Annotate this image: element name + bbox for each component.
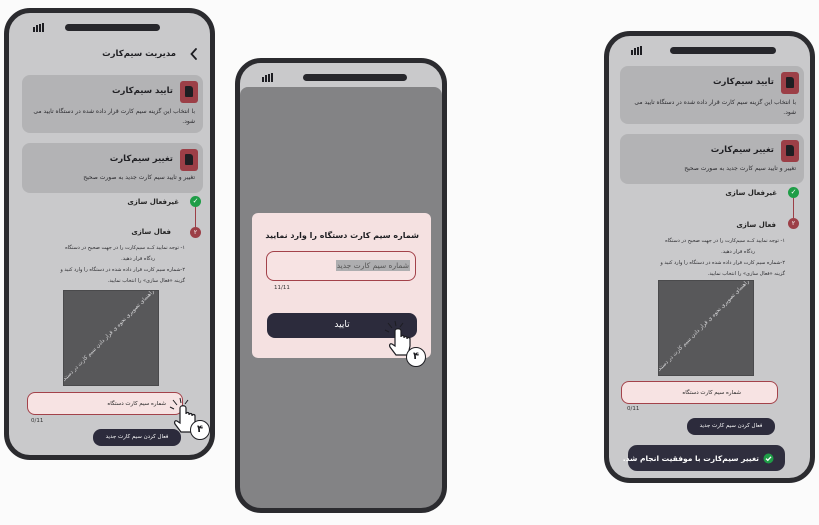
step-instructions: ۱- توجه نمایید کــه سیم‌کارت را در جهت ص… (660, 238, 785, 277)
card-confirm-sim[interactable]: تایید سیم‌کارت با انتخاب این گزینه سیم ک… (620, 66, 804, 124)
check-icon: ✓ (190, 196, 201, 207)
check-icon: ✓ (788, 187, 799, 198)
phone-3: تایید سیم‌کارت با انتخاب این گزینه سیم ک… (604, 31, 815, 483)
sim-card-icon (781, 72, 799, 94)
card-confirm-desc: با انتخاب این گزینه سیم کارت قرار داده ش… (33, 108, 195, 125)
step-connector (793, 198, 794, 218)
sim-card-icon (180, 81, 198, 103)
card-change-desc: تغییر و تایید سیم کارت جدید به صورت صحیح (684, 165, 796, 172)
card-change-sim[interactable]: تغییر سیم‌کارت تغییر و تایید سیم کارت جد… (620, 134, 804, 184)
sim-number-field[interactable]: شماره سیم کارت دستگاه (621, 381, 778, 404)
signal-icon (33, 23, 44, 32)
card-confirm-title: تایید سیم‌کارت (112, 86, 173, 96)
card-change-desc: تغییر و تایید سیم کارت جدید به صورت صحیح (83, 174, 195, 181)
signal-icon (631, 46, 642, 55)
check-circle-icon (763, 453, 774, 464)
status-bar (609, 36, 810, 62)
chevron-left-icon[interactable] (190, 48, 198, 60)
page-title: مدیریت سیم‌کارت (102, 49, 176, 59)
sim-card-icon (180, 149, 198, 171)
notch (670, 47, 776, 54)
char-counter: 0/11 (31, 418, 44, 424)
step-deactivate-label: غیرفعال سازی (127, 198, 179, 206)
sim-guide-image: راهنمای تصویری نحوه ی قرار دادن سیم کارت… (63, 290, 159, 386)
activate-new-sim-button[interactable]: فعال کردن سیم کارت جدید (93, 429, 181, 446)
activate-new-sim-button[interactable]: فعال کردن سیم کارت جدید (687, 418, 775, 435)
notch (303, 74, 407, 81)
char-counter: 0/11 (627, 406, 640, 412)
signal-icon (262, 73, 273, 82)
toast-message: تغییر سیم‌کارت با موفقیت انجام شد. (622, 454, 759, 463)
step-activate-label: فعال سازی (131, 228, 171, 236)
phone-2: شماره سیم کارت دستگاه را وارد نمایید شما… (235, 58, 447, 513)
sim-card-icon (781, 140, 799, 162)
dialog-title: شماره سیم کارت دستگاه را وارد نمایید (265, 231, 419, 240)
card-change-title: تغییر سیم‌کارت (710, 145, 774, 155)
guide-caption: راهنمای تصویری نحوه ی قرار دادن سیم کارت… (658, 280, 751, 376)
card-change-sim[interactable]: تغییر سیم‌کارت تغییر و تایید سیم کارت جد… (22, 143, 203, 193)
step-instructions: ۱- توجه نمایید کــه سیم‌کارت را در جهت ص… (60, 245, 185, 284)
step-number-badge: ۲ (788, 218, 799, 229)
notch (65, 24, 160, 31)
phone-1: مدیریت سیم‌کارت تایید سیم‌کارت با انتخاب… (4, 8, 215, 460)
step-activate-label: فعال سازی (736, 221, 776, 229)
sim-number-field[interactable]: شماره سیم کارت دستگاه (27, 392, 183, 415)
sim-guide-image: راهنمای تصویری نحوه ی قرار دادن سیم کارت… (658, 280, 754, 376)
success-toast: تغییر سیم‌کارت با موفقیت انجام شد. (623, 445, 785, 471)
step-four-badge: ۴ (406, 347, 426, 367)
screen-corner-right (434, 87, 442, 95)
card-confirm-title: تایید سیم‌کارت (713, 77, 774, 87)
new-sim-number-input[interactable]: شماره سیم کارت جدید (266, 251, 416, 281)
status-bar (240, 63, 442, 87)
guide-caption: راهنمای تصویری نحوه ی قرار دادن سیم کارت… (63, 290, 156, 386)
step-four-badge: ۴ (190, 420, 210, 440)
screen-corner-left (240, 87, 248, 95)
card-confirm-desc: با انتخاب این گزینه سیم کارت قرار داده ش… (634, 99, 796, 116)
step-number-badge: ۲ (190, 227, 201, 238)
step-connector (195, 207, 196, 227)
status-bar (9, 13, 210, 39)
card-confirm-sim[interactable]: تایید سیم‌کارت با انتخاب این گزینه سیم ک… (22, 75, 203, 133)
card-change-title: تغییر سیم‌کارت (109, 154, 173, 164)
step-deactivate-label: غیرفعال سازی (725, 189, 777, 197)
char-counter: 11/11 (274, 285, 290, 291)
